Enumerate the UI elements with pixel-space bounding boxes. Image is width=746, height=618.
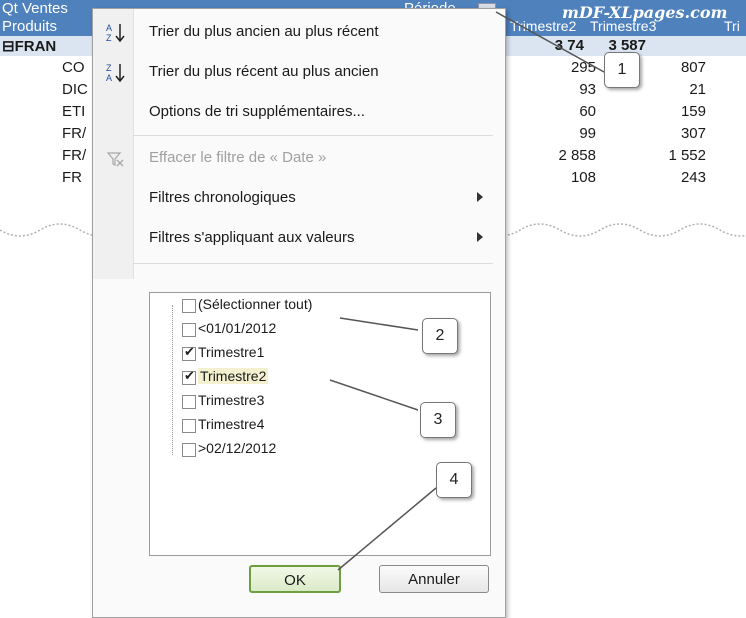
row-label[interactable]: ⊟FRAN (2, 37, 56, 55)
cell-value: 99 (579, 125, 596, 142)
checkmark-icon: ✔ (184, 344, 195, 359)
cell-value: 3 74 (554, 37, 584, 54)
list-item-label: Trimestre3 (198, 392, 265, 408)
list-item-label: >02/12/2012 (198, 440, 277, 456)
menu-label: Filtres s'appliquant aux valeurs (149, 229, 355, 246)
row-label: ETI (62, 103, 86, 120)
cell-value: 307 (680, 125, 706, 142)
checkbox-checked[interactable]: ✔ (182, 344, 196, 361)
row-label: DIC (62, 81, 88, 98)
clear-filter-icon (106, 152, 124, 167)
checkbox[interactable] (182, 395, 196, 409)
checkmark-icon: ✔ (184, 368, 195, 383)
filter-menu: A Z Trier du plus ancien au plus récent … (92, 8, 506, 618)
cell-value: 93 (579, 81, 596, 98)
callout-3: 3 (420, 402, 456, 438)
menu-sort-ascending[interactable]: A Z Trier du plus ancien au plus récent (93, 13, 505, 51)
menu-value-filters[interactable]: Filtres s'appliquant aux valeurs (93, 219, 505, 257)
list-item-label: Trimestre2 (198, 368, 269, 384)
svg-text:A: A (106, 73, 112, 83)
cell-value: 1 552 (668, 147, 706, 164)
row-label: FR/ (62, 125, 87, 142)
sort-ascending-icon: A Z (106, 23, 125, 43)
submenu-arrow-icon (477, 192, 483, 202)
menu-label: Trier du plus ancien au plus récent (149, 23, 379, 40)
cell-value: 243 (680, 169, 706, 186)
produits-field-label: Produits (2, 18, 58, 35)
cell-value: 295 (570, 59, 596, 76)
row-label: FR (62, 169, 82, 186)
row-label: FR/ (62, 147, 87, 164)
tree-line (172, 305, 173, 455)
watermark: mDF-XLpages.com (562, 3, 728, 22)
checkbox[interactable] (182, 419, 196, 433)
menu-date-filters[interactable]: Filtres chronologiques (93, 179, 505, 217)
sort-descending-icon: Z A (106, 63, 125, 83)
menu-label: Trier du plus récent au plus ancien (149, 63, 379, 80)
menu-sort-descending[interactable]: Z A Trier du plus récent au plus ancien (93, 53, 505, 91)
checkbox-checked[interactable]: ✔ (182, 368, 196, 385)
ok-button[interactable]: OK (249, 565, 341, 593)
submenu-arrow-icon (477, 232, 483, 242)
cancel-button[interactable]: Annuler (379, 565, 489, 593)
callout-1: 1 (604, 52, 640, 88)
list-item-label: (Sélectionner tout) (198, 296, 313, 312)
callout-4: 4 (436, 462, 472, 498)
cell-value: 2 858 (558, 147, 596, 164)
callout-2: 2 (422, 318, 458, 354)
menu-more-sort-options[interactable]: Options de tri supplémentaires... (93, 93, 505, 131)
svg-text:Z: Z (106, 33, 112, 43)
menu-clear-filter: Effacer le filtre de « Date » (93, 139, 505, 177)
cell-value: 159 (680, 103, 706, 120)
row-label: CO (62, 59, 85, 76)
menu-label: Options de tri supplémentaires... (149, 103, 365, 120)
checkbox[interactable] (182, 299, 196, 313)
pivot-values-label: Qt Ventes (2, 0, 68, 17)
cell-value: 108 (570, 169, 596, 186)
checkbox[interactable] (182, 443, 196, 457)
list-item-label: <01/01/2012 (198, 320, 277, 336)
list-item-label: Trimestre4 (198, 416, 265, 432)
menu-separator (133, 263, 493, 264)
menu-separator (133, 135, 493, 136)
svg-text:A: A (106, 23, 112, 33)
checkbox[interactable] (182, 323, 196, 337)
cell-value: 21 (689, 81, 706, 98)
svg-text:Z: Z (106, 63, 112, 73)
cell-value: 60 (579, 103, 596, 120)
cell-value: 807 (680, 59, 706, 76)
menu-label: Effacer le filtre de « Date » (149, 149, 327, 166)
list-item-label: Trimestre1 (198, 344, 265, 360)
menu-label: Filtres chronologiques (149, 189, 296, 206)
